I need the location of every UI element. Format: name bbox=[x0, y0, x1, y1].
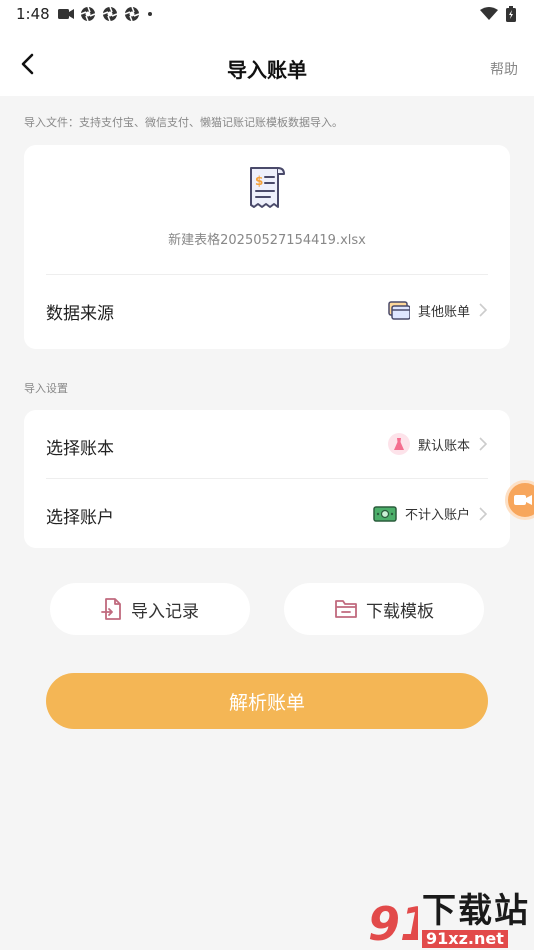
select-book-value: 默认账本 bbox=[387, 433, 488, 455]
chevron-right-icon bbox=[479, 303, 488, 317]
select-account-label: 选择账户 bbox=[46, 508, 114, 528]
import-settings-hint: 导入设置 bbox=[24, 382, 68, 395]
data-source-value: 其他账单 bbox=[388, 300, 488, 320]
parse-bill-button[interactable]: 解析账单 bbox=[46, 673, 488, 729]
video-camera-icon bbox=[514, 495, 532, 505]
select-account-value-text: 不计入账户 bbox=[404, 508, 470, 523]
page-title: 导入账单 bbox=[227, 58, 307, 82]
file-name: 新建表格20250527154419.xlsx bbox=[168, 233, 366, 248]
help-button[interactable]: 帮助 bbox=[490, 59, 518, 79]
dot-icon bbox=[148, 12, 152, 16]
video-camera-icon bbox=[58, 9, 74, 19]
download-template-label: 下载模板 bbox=[366, 601, 434, 622]
chevron-right-icon bbox=[479, 437, 488, 451]
status-time: 1:48 bbox=[16, 5, 50, 23]
select-account-value: 不计入账户 bbox=[373, 504, 488, 523]
import-records-button[interactable]: 导入记录 bbox=[50, 583, 250, 635]
wifi-icon bbox=[480, 7, 498, 20]
select-account-row[interactable]: 选择账户 不计入账户 bbox=[46, 479, 488, 548]
navigation-bar: 导入账单 帮助 bbox=[0, 30, 534, 96]
import-file-card: $ 新建表格20250527154419.xlsx 数据来源 其他账单 bbox=[24, 145, 510, 349]
folder-icon bbox=[335, 600, 357, 618]
data-source-label: 数据来源 bbox=[46, 304, 114, 324]
watermark-text: 下载站 91xz.net bbox=[422, 894, 530, 948]
battery-icon bbox=[506, 6, 516, 22]
select-book-row[interactable]: 选择账本 默认账本 bbox=[46, 410, 488, 478]
aperture-icon bbox=[102, 6, 118, 22]
select-book-value-text: 默认账本 bbox=[417, 438, 470, 454]
svg-text:91: 91 bbox=[368, 897, 418, 948]
watermark-url: 91xz.net bbox=[422, 930, 508, 948]
select-book-label: 选择账本 bbox=[46, 439, 114, 459]
chevron-right-icon bbox=[479, 506, 488, 521]
site-logo-icon: 91 bbox=[368, 897, 418, 948]
data-source-value-text: 其他账单 bbox=[417, 304, 470, 320]
watermark: 91 下载站 91xz.net bbox=[368, 894, 530, 948]
data-source-row[interactable]: 数据来源 其他账单 bbox=[46, 275, 488, 349]
watermark-title: 下载站 bbox=[422, 891, 530, 931]
svg-text:$: $ bbox=[255, 174, 263, 188]
import-records-label: 导入记录 bbox=[131, 601, 199, 622]
status-bar: 1:48 bbox=[0, 0, 534, 30]
download-template-button[interactable]: 下载模板 bbox=[284, 583, 484, 635]
import-settings-card: 选择账本 默认账本 选择账户 不计入账户 bbox=[24, 410, 510, 548]
system-icons bbox=[480, 6, 516, 22]
aperture-icon bbox=[124, 6, 140, 22]
dress-icon bbox=[387, 433, 410, 455]
import-file-hint: 导入文件：支持支付宝、微信支付、懒猫记账记账模板数据导入。 bbox=[24, 116, 343, 129]
bank-card-icon bbox=[388, 301, 410, 320]
status-notification-icons bbox=[58, 6, 154, 22]
file-import-icon bbox=[101, 598, 121, 620]
receipt-icon[interactable]: $ bbox=[248, 165, 286, 211]
cash-icon bbox=[373, 505, 397, 522]
aperture-icon bbox=[80, 6, 96, 22]
